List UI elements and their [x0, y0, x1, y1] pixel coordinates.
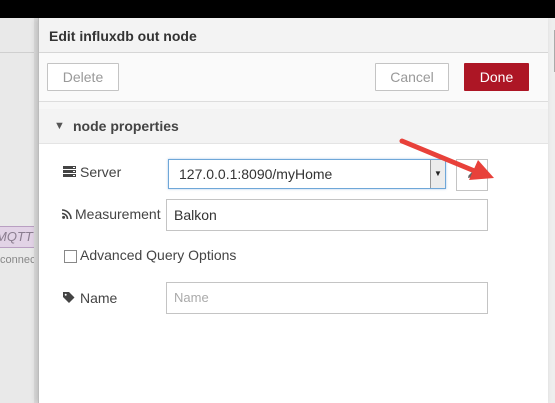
advanced-query-checkbox[interactable] [64, 250, 77, 263]
edit-tray: Edit influxdb out node Delete Cancel Don… [38, 18, 548, 403]
done-button[interactable]: Done [464, 63, 529, 91]
mqtt-node-label: MQTT [0, 229, 33, 244]
measurement-label-text: Measurement [75, 206, 161, 222]
cancel-button[interactable]: Cancel [375, 63, 449, 91]
name-label: Name [62, 290, 117, 306]
server-label-text: Server [80, 164, 122, 180]
server-label: Server [62, 164, 121, 180]
top-bar [0, 0, 555, 18]
name-input[interactable]: Name [166, 282, 488, 314]
name-label-text: Name [80, 290, 118, 306]
workspace-canvas[interactable]: MQTT connected [0, 18, 34, 403]
measurement-input[interactable]: Balkon [166, 199, 488, 231]
delete-button[interactable]: Delete [47, 63, 119, 91]
annotation-arrow [399, 138, 494, 180]
workspace-divider [0, 52, 34, 53]
advanced-query-label[interactable]: Advanced Query Options [80, 247, 236, 263]
server-icon [62, 166, 76, 180]
section-spacer [39, 102, 548, 109]
measurement-row: Measurement Balkon [39, 199, 548, 231]
name-row: Name Name [39, 282, 548, 314]
tag-icon [62, 292, 76, 306]
mqtt-node-status: connected [0, 254, 34, 266]
server-select-value: 127.0.0.1:8090/myHome [179, 166, 333, 182]
mqtt-node[interactable]: MQTT [0, 226, 34, 248]
section-title: node properties [73, 118, 179, 134]
tray-toolbar: Delete Cancel Done [39, 53, 548, 102]
tray-title: Edit influxdb out node [39, 18, 548, 53]
measurement-label: Measurement [61, 206, 161, 222]
rss-icon [61, 208, 72, 222]
right-sidebar [547, 18, 555, 403]
chevron-down-icon: ▼ [54, 120, 65, 132]
advanced-row: Advanced Query Options [39, 247, 548, 267]
